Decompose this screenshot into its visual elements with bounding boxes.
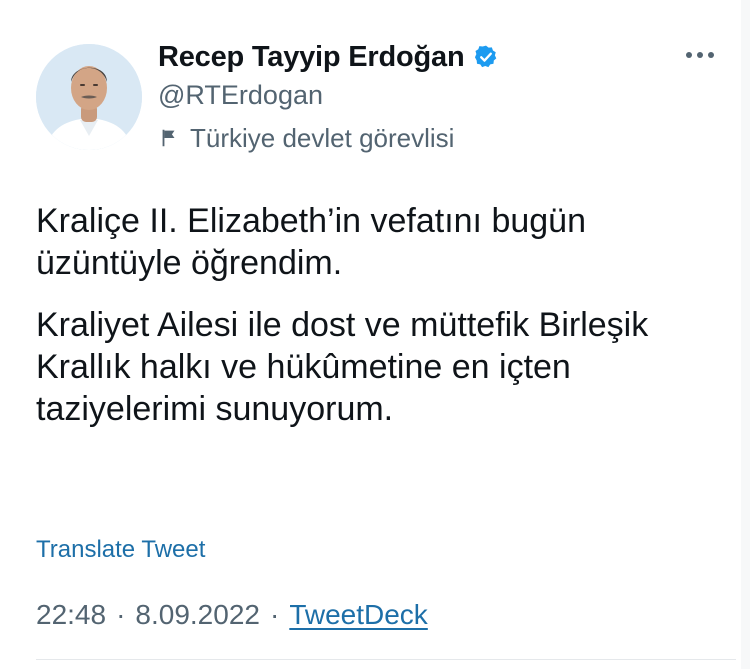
author-handle[interactable]: @RTErdogan	[158, 80, 323, 111]
meta-separator: ·	[116, 599, 126, 630]
more-icon	[686, 52, 714, 58]
account-label-row: Türkiye devlet görevlisi	[158, 121, 454, 155]
more-options-button[interactable]	[682, 40, 718, 70]
author-name-row: Recep Tayyip Erdoğan	[158, 40, 499, 74]
tweet-time[interactable]: 22:48	[36, 599, 106, 631]
tweet-date[interactable]: 8.09.2022	[135, 599, 260, 631]
government-official-label: Türkiye devlet görevlisi	[190, 122, 455, 153]
translate-tweet-link[interactable]: Translate Tweet	[36, 536, 205, 564]
meta-separator: ·	[269, 599, 280, 630]
tweet-text: Kraliçe II. Elizabeth’in vefatını bugün …	[36, 200, 726, 450]
divider	[36, 659, 736, 660]
page-edge	[741, 0, 750, 669]
flag-icon	[162, 129, 175, 147]
tweet-card: Recep Tayyip Erdoğan @RTErdogan Türkiye …	[0, 0, 750, 669]
tweet-meta: 22:48 · 8.09.2022 · TweetDeck	[36, 599, 428, 631]
tweet-source-link[interactable]: TweetDeck	[289, 599, 428, 631]
tweet-paragraph: Kraliçe II. Elizabeth’in vefatını bugün …	[36, 202, 586, 282]
avatar[interactable]	[36, 44, 142, 150]
tweet-paragraph: Kraliyet Ailesi ile dost ve müttefik Bir…	[36, 306, 649, 428]
profile-photo	[36, 44, 142, 150]
verified-badge-icon	[474, 45, 496, 68]
author-display-name[interactable]: Recep Tayyip Erdoğan	[158, 41, 465, 74]
